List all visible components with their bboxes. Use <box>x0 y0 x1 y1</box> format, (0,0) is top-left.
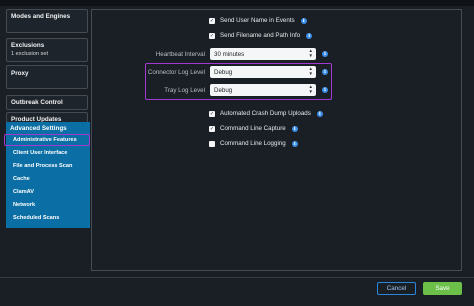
sidebar-item-client-user-interface[interactable]: Client User Interface <box>13 150 67 156</box>
info-icon[interactable]: i <box>322 87 328 93</box>
check-icon: ✓ <box>209 125 215 132</box>
sidebar: Modes and Engines Exclusions 1 exclusion… <box>6 9 88 127</box>
info-icon[interactable]: i <box>322 51 328 57</box>
send-filename-checkbox[interactable]: ✓ <box>209 32 215 39</box>
sidebar-item-label: Exclusions <box>11 42 45 49</box>
cancel-button[interactable]: Cancel <box>377 282 416 295</box>
send-user-name-row: ✓ Send User Name in Events i <box>209 17 307 24</box>
heartbeat-interval-value: 30 minutes <box>214 50 245 58</box>
info-icon[interactable]: i <box>322 69 328 75</box>
crash-dump-checkbox[interactable]: ✓ <box>209 110 215 117</box>
crash-dump-label: Automated Crash Dump Uploads <box>220 110 311 117</box>
cmd-logging-label: Command Line Logging <box>220 140 286 147</box>
send-filename-label: Send Filename and Path Info <box>220 32 301 39</box>
sidebar-item-label: Proxy <box>11 70 29 77</box>
heartbeat-interval-select[interactable]: 30 minutes ▲ ▼ <box>210 48 316 60</box>
crash-dump-row: ✓ Automated Crash Dump Uploads i <box>209 110 323 117</box>
sidebar-item-cache[interactable]: Cache <box>13 176 30 182</box>
info-icon[interactable]: i <box>291 125 298 132</box>
sidebar-item-clamav[interactable]: ClamAV <box>13 189 34 195</box>
footer-divider <box>0 277 474 278</box>
highlight-box-admin-features <box>4 134 90 146</box>
heartbeat-interval-label: Heartbeat Interval <box>155 51 205 58</box>
info-icon[interactable]: i <box>316 110 323 117</box>
connector-log-level-value: Debug <box>214 68 233 76</box>
select-arrows-icon: ▲ ▼ <box>308 66 313 76</box>
sidebar-item-outbreak-control[interactable]: Outbreak Control <box>6 95 88 110</box>
cmd-capture-label: Command Line Capture <box>220 125 286 132</box>
send-filename-row: ✓ Send Filename and Path Info i <box>209 32 313 39</box>
info-icon[interactable]: i <box>306 32 313 39</box>
sidebar-item-modes-and-engines[interactable]: Modes and Engines <box>6 9 88 33</box>
select-arrows-icon: ▲ ▼ <box>308 84 313 94</box>
send-user-name-checkbox[interactable]: ✓ <box>209 17 215 24</box>
tray-log-level-label: Tray Log Level <box>164 87 205 94</box>
sidebar-item-file-and-process-scan[interactable]: File and Process Scan <box>13 163 72 169</box>
sidebar-item-exclusions[interactable]: Exclusions 1 exclusion set <box>6 38 88 62</box>
info-icon[interactable]: i <box>300 17 307 24</box>
cmd-capture-checkbox[interactable]: ✓ <box>209 125 215 132</box>
save-button[interactable]: Save <box>423 282 462 295</box>
info-icon[interactable]: i <box>291 140 298 147</box>
cmd-capture-row: ✓ Command Line Capture i <box>209 125 298 132</box>
check-icon: ✓ <box>209 17 215 24</box>
sidebar-item-network[interactable]: Network <box>13 202 35 208</box>
cmd-logging-checkbox[interactable] <box>209 140 215 147</box>
connector-log-level-label: Connector Log Level <box>147 69 205 76</box>
sidebar-item-label: Modes and Engines <box>11 13 71 20</box>
sidebar-item-sublabel: 1 exclusion set <box>11 51 49 57</box>
cmd-logging-row: Command Line Logging i <box>209 140 298 147</box>
sidebar-item-proxy[interactable]: Proxy <box>6 65 88 89</box>
sidebar-item-label: Outbreak Control <box>11 99 63 106</box>
send-user-name-label: Send User Name in Events <box>220 17 295 24</box>
check-icon: ✓ <box>209 110 215 117</box>
connector-log-level-select[interactable]: Debug ▲ ▼ <box>210 66 316 78</box>
check-icon: ✓ <box>209 32 215 39</box>
advanced-settings-title[interactable]: Advanced Settings <box>10 125 67 132</box>
tray-log-level-value: Debug <box>214 86 233 94</box>
sidebar-item-scheduled-scans[interactable]: Scheduled Scans <box>13 215 59 221</box>
tray-log-level-select[interactable]: Debug ▲ ▼ <box>210 84 316 96</box>
select-arrows-icon: ▲ ▼ <box>308 48 313 58</box>
top-strip <box>0 0 474 6</box>
